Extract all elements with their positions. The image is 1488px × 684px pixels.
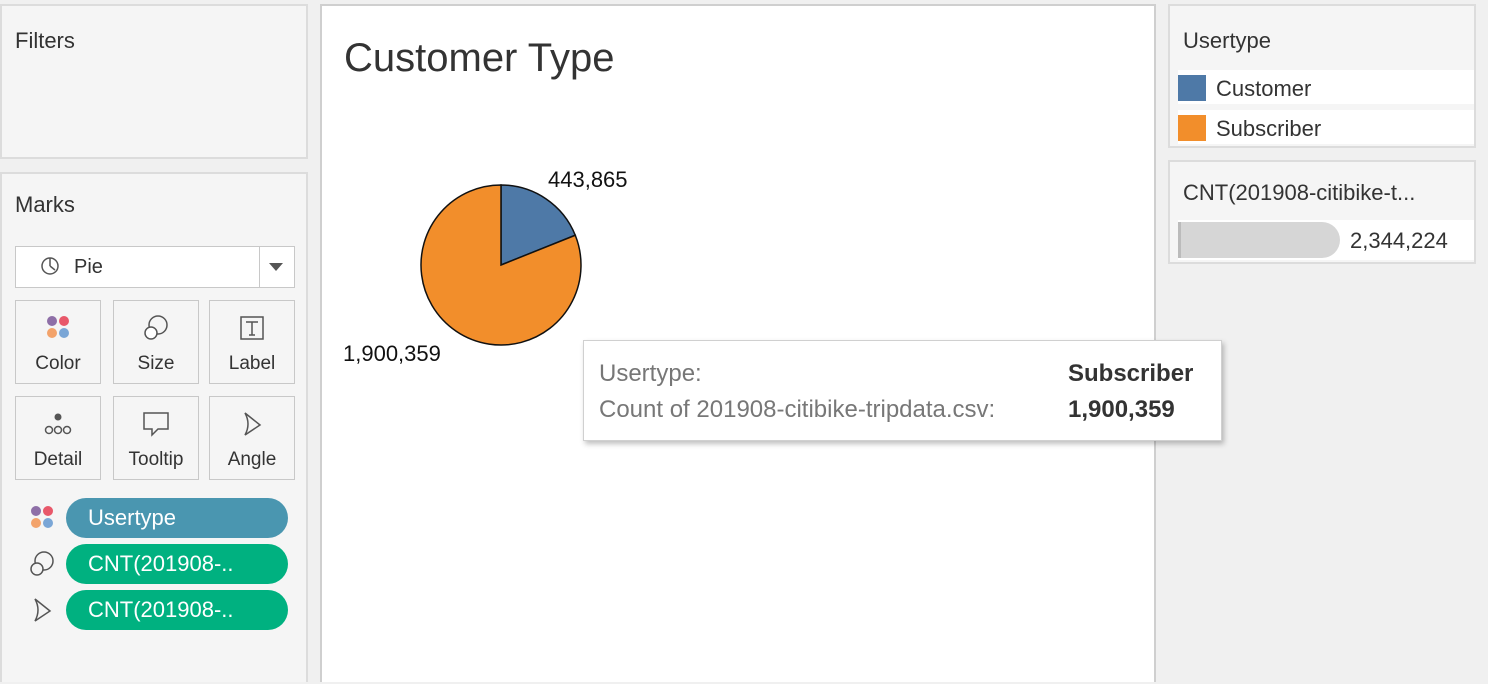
legend-title: Usertype [1183, 28, 1272, 53]
tooltip-bubble-icon [143, 412, 169, 437]
tooltip-popup: Usertype: Subscriber Count of 201908-cit… [583, 340, 1222, 441]
chevron-down-icon[interactable] [269, 263, 283, 271]
size-circles-icon [30, 551, 54, 576]
label-button[interactable]: Label [209, 300, 295, 384]
legend-item-subscriber[interactable]: Subscriber [1178, 110, 1474, 144]
color-legend: Usertype Customer Subscriber [1168, 4, 1476, 148]
size-legend-value: 2,344,224 [1350, 228, 1448, 253]
legend-label: Subscriber [1216, 116, 1322, 141]
filters-title: Filters [15, 28, 75, 53]
cnt-angle-pill[interactable]: CNT(201908-.. [66, 590, 288, 630]
tooltip-key-usertype: Usertype: [599, 360, 702, 387]
tooltip-value-usertype: Subscriber [1068, 360, 1194, 387]
tooltip-value-count: 1,900,359 [1068, 396, 1175, 423]
size-legend-title: CNT(201908-citibike-t... [1183, 180, 1416, 205]
dropdown-separator [259, 247, 260, 287]
color-dots-icon [31, 506, 53, 528]
size-button[interactable]: Size [113, 300, 199, 384]
legend-item-customer[interactable]: Customer [1178, 70, 1474, 104]
color-button[interactable]: Color [15, 300, 101, 384]
tooltip-button[interactable]: Tooltip [113, 396, 199, 480]
detail-label: Detail [33, 449, 83, 470]
legend-label: Customer [1216, 76, 1312, 101]
pie-icon [41, 257, 59, 275]
label-label: Label [228, 353, 276, 374]
size-label: Size [137, 353, 175, 374]
color-pill-row: Usertype [26, 498, 290, 538]
marks-card: Marks Pie Color Size Label Detail Toolti… [0, 172, 308, 682]
legend-swatch [1178, 75, 1206, 101]
label-t-icon [240, 316, 264, 340]
size-legend: CNT(201908-citibike-t... 2,344,224 [1168, 160, 1476, 264]
usertype-pill[interactable]: Usertype [66, 498, 288, 538]
cnt-size-pill[interactable]: CNT(201908-.. [66, 544, 288, 584]
color-label: Color [35, 353, 81, 374]
angle-pill-row: CNT(201908-.. [26, 590, 290, 630]
legend-swatch [1178, 115, 1206, 141]
detail-dots-icon [44, 413, 72, 435]
marks-title: Marks [15, 192, 75, 217]
mark-type-dropdown[interactable]: Pie [15, 246, 295, 288]
pie-label-subscriber: 1,900,359 [343, 341, 441, 366]
color-dots-icon [47, 316, 69, 338]
angle-icon [244, 412, 262, 436]
filters-shelf[interactable]: Filters [0, 4, 308, 159]
angle-button[interactable]: Angle [209, 396, 295, 480]
angle-icon [34, 598, 52, 622]
size-circles-icon [144, 315, 168, 340]
pie-label-customer: 443,865 [548, 167, 628, 192]
tooltip-label: Tooltip [128, 449, 184, 470]
tooltip-key-count: Count of 201908-citibike-tripdata.csv: [599, 396, 996, 423]
mark-type-label: Pie [74, 256, 103, 278]
detail-button[interactable]: Detail [15, 396, 101, 480]
size-legend-item[interactable]: 2,344,224 [1178, 220, 1474, 260]
angle-label: Angle [227, 449, 277, 470]
size-pill-row: CNT(201908-.. [26, 544, 290, 584]
size-legend-shape [1178, 222, 1340, 258]
